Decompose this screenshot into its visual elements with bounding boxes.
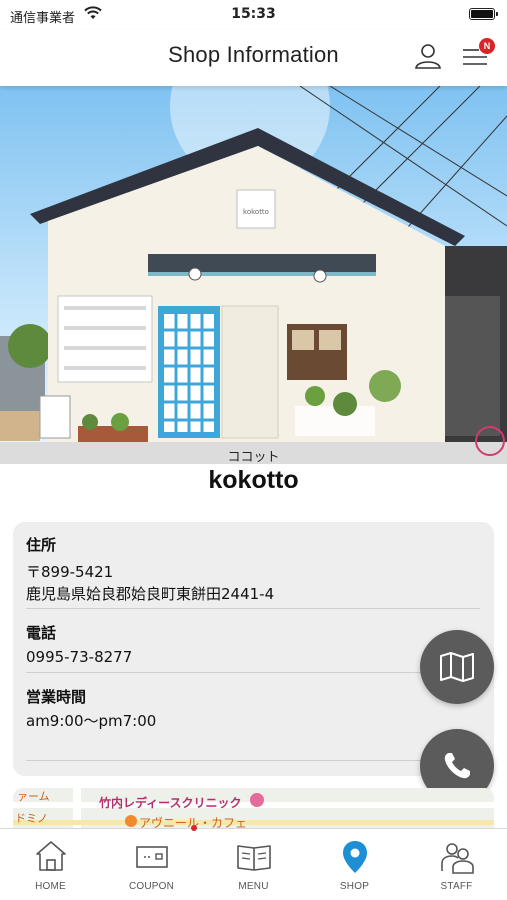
tab-label: COUPON	[128, 881, 175, 892]
shop-info-card: 住所 〒899-5421 鹿児島県姶良郡姶良町東餅田2441-4 電話 0995…	[13, 522, 494, 776]
user-account-icon[interactable]	[413, 41, 443, 71]
map-label: 竹内レディースクリニック	[99, 796, 242, 810]
phone-label: 電話	[26, 624, 57, 642]
battery-icon	[469, 8, 498, 20]
map-icon	[440, 652, 474, 682]
address-line: 鹿児島県姶良郡姶良町東餅田2441-4	[26, 585, 275, 603]
tab-label: STAFF	[440, 881, 473, 892]
hours-section: 営業時間 am9:00〜pm7:00	[26, 686, 480, 732]
divider	[26, 672, 480, 673]
staff-icon	[440, 843, 474, 874]
tab-home[interactable]: HOME	[0, 829, 101, 900]
status-bar: 通信事業者 15:33	[0, 0, 507, 30]
tab-label: MENU	[238, 881, 269, 892]
map-label: ァーム	[17, 790, 50, 803]
shop-photo: kokotto	[0, 86, 507, 464]
bottom-tab-bar: HOME COUPON MENU SHOP STAFF	[0, 825, 507, 900]
menu-book-icon	[236, 845, 271, 871]
map-button[interactable]	[420, 630, 494, 704]
map-preview[interactable]: ァーム 竹内レディースクリニック ドミノ アヴニール・カフェ	[13, 788, 494, 828]
clock: 15:33	[231, 6, 276, 22]
hours-label: 営業時間	[26, 688, 87, 706]
coupon-icon	[135, 846, 168, 868]
tab-label: SHOP	[339, 881, 370, 892]
phone-section[interactable]: 電話 0995-73-8277	[26, 622, 480, 668]
location-pin-icon	[342, 841, 367, 873]
address-value: 〒899-5421 鹿児島県姶良郡姶良町東餅田2441-4	[26, 561, 480, 605]
tab-staff[interactable]: STAFF	[406, 829, 507, 900]
shop-name: kokotto	[208, 466, 299, 494]
address-label: 住所	[26, 536, 57, 554]
shop-sign-text: kokotto	[243, 208, 269, 216]
postal-code: 〒899-5421	[26, 563, 114, 581]
address-section: 住所 〒899-5421 鹿児島県姶良郡姶良町東餅田2441-4	[26, 534, 480, 605]
tab-label: HOME	[35, 881, 66, 892]
tab-shop[interactable]: SHOP	[304, 829, 405, 900]
shop-name-kana: ココット	[227, 450, 280, 465]
hours-value: am9:00〜pm7:00	[26, 712, 157, 730]
notification-badge: N	[479, 38, 495, 54]
divider	[26, 760, 480, 761]
phone-value[interactable]: 0995-73-8277	[26, 646, 480, 668]
tab-menu[interactable]: MENU	[203, 829, 304, 900]
tab-coupon[interactable]: COUPON	[101, 829, 202, 900]
app-header: Shop Information N	[0, 30, 507, 86]
phone-icon	[444, 753, 470, 779]
home-icon	[35, 841, 66, 871]
divider	[26, 608, 480, 609]
map-label: ドミノ	[15, 812, 48, 825]
